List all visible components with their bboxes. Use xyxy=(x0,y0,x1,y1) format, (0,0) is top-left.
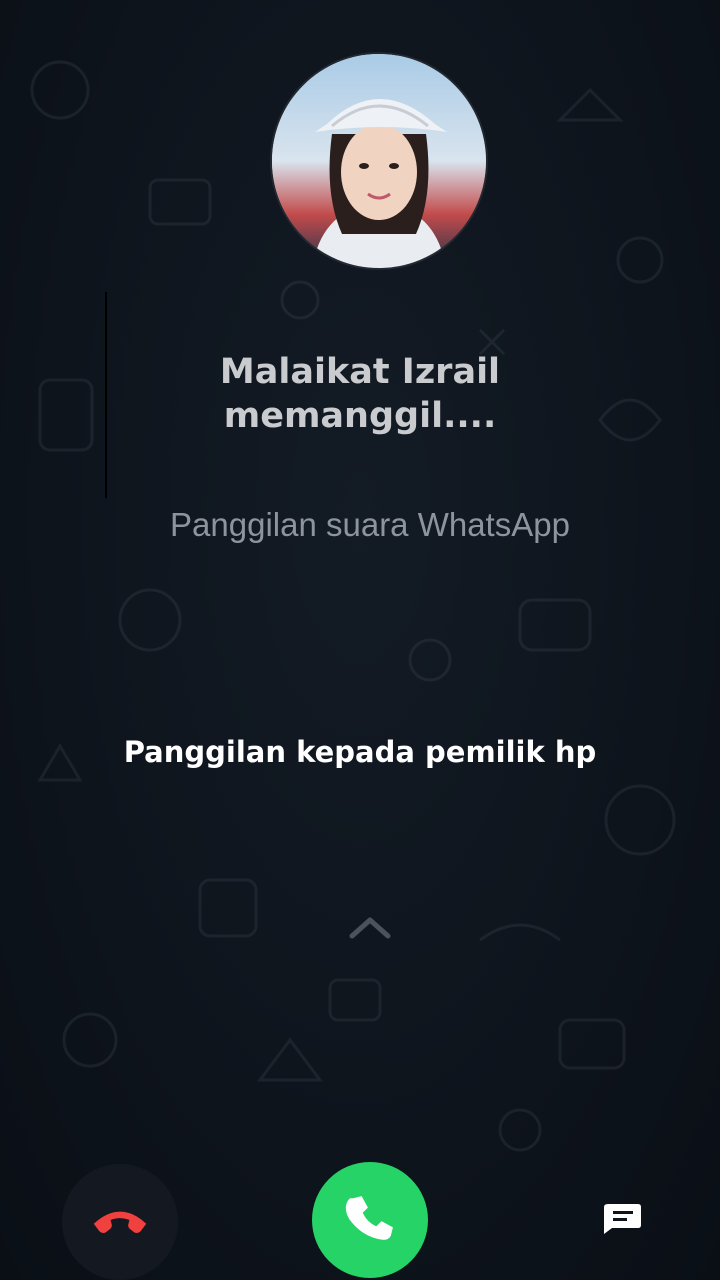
phone-icon xyxy=(345,1193,395,1247)
chevron-up-icon[interactable] xyxy=(348,910,392,944)
caller-photo-illustration xyxy=(272,54,486,268)
phone-hangup-icon xyxy=(89,1205,151,1239)
accept-call-button[interactable] xyxy=(312,1162,428,1278)
reply-message-button[interactable] xyxy=(592,1196,652,1244)
caller-name: Malaikat Izrail memanggil.... xyxy=(219,352,501,436)
call-type-label: Panggilan suara WhatsApp xyxy=(170,506,570,543)
incoming-call-screen: Malaikat Izrail memanggil.... Panggilan … xyxy=(0,0,720,1280)
video-caption: Panggilan kepada pemilik hp xyxy=(123,735,597,769)
caller-avatar xyxy=(272,54,486,268)
decline-call-button[interactable] xyxy=(62,1164,178,1280)
message-icon xyxy=(602,1202,642,1238)
